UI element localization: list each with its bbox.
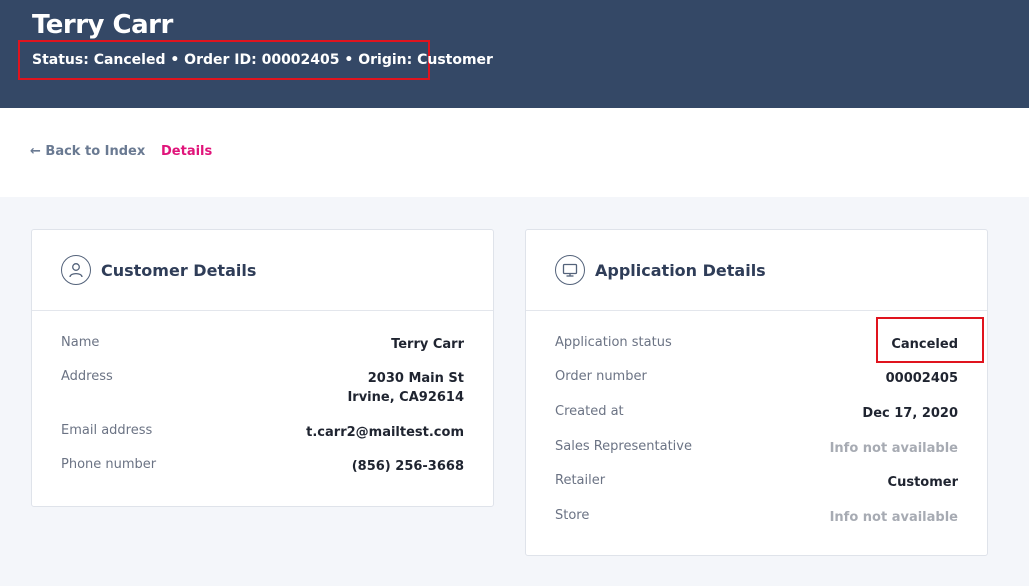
application-details-title: Application Details [595, 260, 766, 280]
store-value: Info not available [829, 510, 958, 525]
name-value: Terry Carr [391, 337, 464, 352]
order-number-label: Order number [555, 369, 647, 384]
address-line-2: Irvine, CA92614 [347, 390, 464, 405]
sales-rep-label: Sales Representative [555, 439, 692, 454]
email-value: t.carr2@mailtest.com [306, 425, 464, 440]
retailer-label: Retailer [555, 473, 606, 488]
customer-details-title: Customer Details [101, 260, 257, 280]
created-at-value: Dec 17, 2020 [862, 406, 958, 421]
page-title: Terry Carr [32, 10, 173, 40]
name-label: Name [61, 335, 100, 350]
address-label: Address [61, 369, 113, 384]
address-value: 2030 Main St Irvine, CA92614 [347, 369, 464, 407]
order-number-value: 00002405 [885, 371, 958, 386]
tab-details[interactable]: Details [161, 144, 212, 159]
application-details-card: Application Details Application status C… [525, 229, 988, 556]
customer-details-card: Customer Details Name Terry Carr Address… [31, 229, 494, 507]
customer-details-header: Customer Details [32, 230, 493, 311]
phone-label: Phone number [61, 457, 157, 472]
retailer-value: Customer [887, 475, 958, 490]
monitor-icon [555, 255, 585, 285]
order-meta: Status: Canceled • Order ID: 00002405 • … [18, 40, 493, 80]
application-status-label: Application status [555, 335, 672, 350]
back-to-index-link[interactable]: ← Back to Index [30, 144, 145, 159]
email-label: Email address [61, 423, 153, 438]
store-label: Store [555, 508, 590, 523]
application-details-header: Application Details [526, 230, 987, 311]
page-header: Terry Carr Status: Canceled • Order ID: … [0, 0, 1029, 108]
user-icon [61, 255, 91, 285]
address-line-1: 2030 Main St [367, 371, 464, 386]
phone-value: (856) 256-3668 [351, 459, 464, 474]
sales-rep-value: Info not available [829, 441, 958, 456]
breadcrumb-nav: ← Back to Index Details [0, 108, 1029, 197]
created-at-label: Created at [555, 404, 624, 419]
status-highlight-box [876, 317, 984, 363]
